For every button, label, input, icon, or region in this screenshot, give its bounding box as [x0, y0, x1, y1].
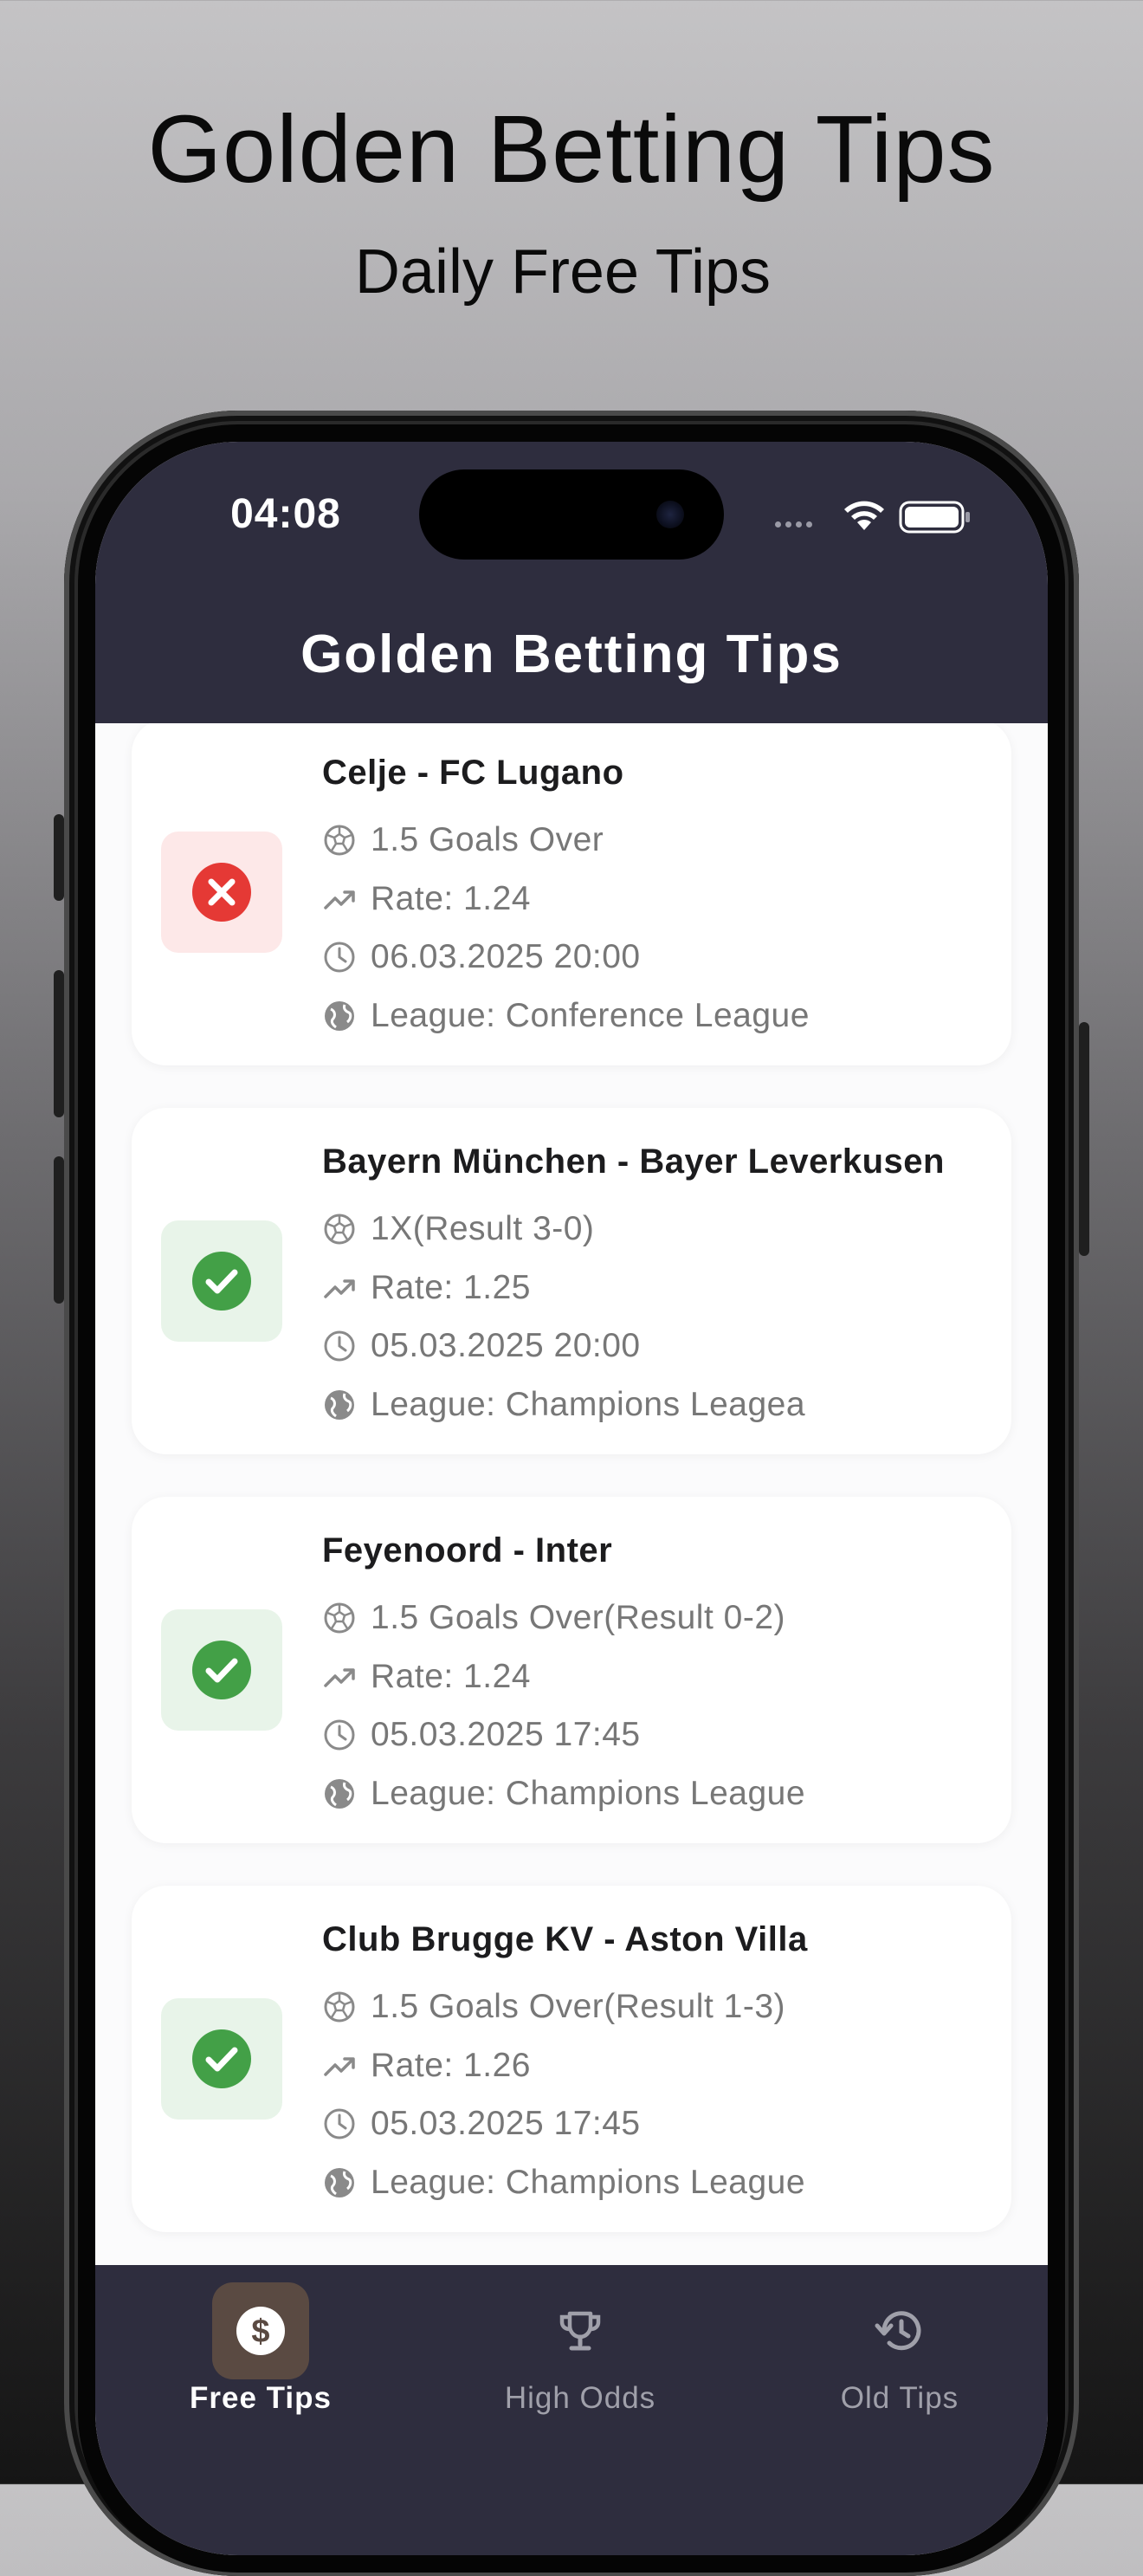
dollar-circle-icon: $	[236, 2307, 285, 2355]
match-title: Bayern München - Bayer Leverkusen	[322, 1142, 945, 1181]
bottom-tab-bar: $ Free Tips High Odds Old Tips	[95, 2265, 1048, 2555]
tab-high-odds[interactable]: High Odds	[424, 2265, 736, 2456]
prediction-text: 1.5 Goals Over(Result 0-2)	[371, 1599, 786, 1636]
match-title: Feyenoord - Inter	[322, 1531, 613, 1570]
result-status-won	[161, 1220, 282, 1342]
rate-row: Rate: 1.24	[322, 1655, 531, 1699]
promo-title: Golden Betting Tips	[147, 96, 996, 203]
trending-up-icon	[324, 1279, 355, 1298]
league-row: League: Conference League	[322, 994, 810, 1038]
trending-up-icon	[324, 1668, 355, 1687]
globe-icon	[325, 1390, 354, 1420]
match-title: Celje - FC Lugano	[322, 754, 624, 792]
rate-row: Rate: 1.26	[322, 2044, 531, 2087]
league-text: League: Champions League	[371, 2164, 806, 2201]
prediction-row: 1.5 Goals Over	[322, 819, 604, 862]
league-row: League: Champions League	[322, 2161, 805, 2204]
clock-icon	[324, 942, 355, 973]
tab-label: Old Tips	[840, 2381, 959, 2415]
tips-list[interactable]: Celje - FC Lugano 1.5 Goals Over Rate: 1…	[95, 723, 1048, 2274]
prediction-text: 1X(Result 3-0)	[371, 1210, 595, 1247]
tip-card[interactable]: Bayern München - Bayer Leverkusen 1X(Res…	[132, 1108, 1011, 1454]
dynamic-island	[419, 469, 724, 560]
tab-active-indicator: $	[212, 2282, 309, 2379]
tab-label: Free Tips	[190, 2381, 332, 2415]
volume-down-button	[54, 1156, 64, 1304]
league-text: League: Champions Leagea	[371, 1386, 806, 1423]
soccer-ball-icon	[324, 1602, 355, 1634]
league-text: League: Champions League	[371, 1775, 806, 1812]
tip-card[interactable]: Celje - FC Lugano 1.5 Goals Over Rate: 1…	[132, 723, 1011, 1065]
result-status-won	[161, 1609, 282, 1731]
app-title: Golden Betting Tips	[300, 625, 843, 684]
datetime-row: 05.03.2025 17:45	[322, 1713, 641, 1757]
prediction-row: 1.5 Goals Over(Result 1-3)	[322, 1985, 785, 2029]
match-title: Club Brugge KV - Aston Villa	[322, 1920, 808, 1958]
phone-screen: 04:08 Golden Betting Tips Celje - FC Lug…	[95, 442, 1048, 2555]
datetime-text: 06.03.2025 20:00	[371, 938, 641, 975]
prediction-text: 1.5 Goals Over(Result 1-3)	[371, 1988, 786, 2025]
datetime-row: 05.03.2025 20:00	[322, 1324, 641, 1368]
tab-icon-container	[532, 2282, 629, 2379]
history-icon	[875, 2311, 921, 2351]
datetime-text: 05.03.2025 17:45	[371, 1716, 641, 1753]
league-row: League: Champions League	[322, 1772, 805, 1815]
globe-icon	[325, 1779, 354, 1809]
tip-card[interactable]: Club Brugge KV - Aston Villa 1.5 Goals O…	[132, 1886, 1011, 2232]
soccer-ball-icon	[324, 1991, 355, 2023]
rate-text: Rate: 1.25	[371, 1269, 531, 1306]
trophy-icon	[559, 2311, 601, 2351]
trending-up-icon	[324, 2057, 355, 2076]
tab-old-tips[interactable]: Old Tips	[744, 2265, 1048, 2456]
volume-up-button	[54, 970, 64, 1117]
tab-icon-container	[851, 2282, 948, 2379]
svg-text:$: $	[251, 2314, 269, 2350]
prediction-text: 1.5 Goals Over	[371, 821, 604, 858]
league-row: League: Champions Leagea	[322, 1383, 805, 1427]
app-header: 04:08 Golden Betting Tips	[95, 442, 1048, 723]
promo-subtitle: Daily Free Tips	[354, 237, 772, 307]
clock-icon	[324, 1330, 355, 1362]
rate-text: Rate: 1.26	[371, 2047, 531, 2084]
clock-icon	[324, 1719, 355, 1751]
trending-up-icon	[324, 890, 355, 909]
globe-icon	[325, 2168, 354, 2197]
result-status-won	[161, 1998, 282, 2120]
action-button	[54, 814, 64, 901]
status-icons	[775, 501, 970, 534]
datetime-row: 05.03.2025 17:45	[322, 2102, 641, 2146]
rate-text: Rate: 1.24	[371, 880, 531, 917]
globe-icon	[325, 1001, 354, 1031]
result-status-lost	[161, 832, 282, 953]
tab-label: High Odds	[504, 2381, 656, 2415]
soccer-ball-icon	[324, 825, 355, 856]
clock-icon	[324, 2108, 355, 2139]
tab-free-tips[interactable]: $ Free Tips	[105, 2265, 417, 2456]
status-time: 04:08	[230, 491, 341, 537]
tip-card[interactable]: Feyenoord - Inter 1.5 Goals Over(Result …	[132, 1497, 1011, 1843]
datetime-text: 05.03.2025 17:45	[371, 2105, 641, 2142]
lost-x-icon	[192, 863, 251, 922]
rate-text: Rate: 1.24	[371, 1658, 531, 1695]
league-text: League: Conference League	[371, 997, 810, 1034]
prediction-row: 1X(Result 3-0)	[322, 1207, 594, 1251]
battery-icon	[899, 501, 970, 534]
cellular-signal-icon	[775, 521, 812, 527]
won-check-icon	[192, 2029, 251, 2088]
rate-row: Rate: 1.25	[322, 1266, 531, 1310]
won-check-icon	[192, 1252, 251, 1311]
soccer-ball-icon	[324, 1214, 355, 1245]
datetime-text: 05.03.2025 20:00	[371, 1327, 641, 1364]
datetime-row: 06.03.2025 20:00	[322, 935, 641, 979]
wifi-icon	[844, 501, 884, 530]
rate-row: Rate: 1.24	[322, 877, 531, 921]
prediction-row: 1.5 Goals Over(Result 0-2)	[322, 1596, 785, 1640]
camera-icon	[656, 501, 684, 528]
won-check-icon	[192, 1641, 251, 1699]
power-button	[1079, 1022, 1089, 1256]
